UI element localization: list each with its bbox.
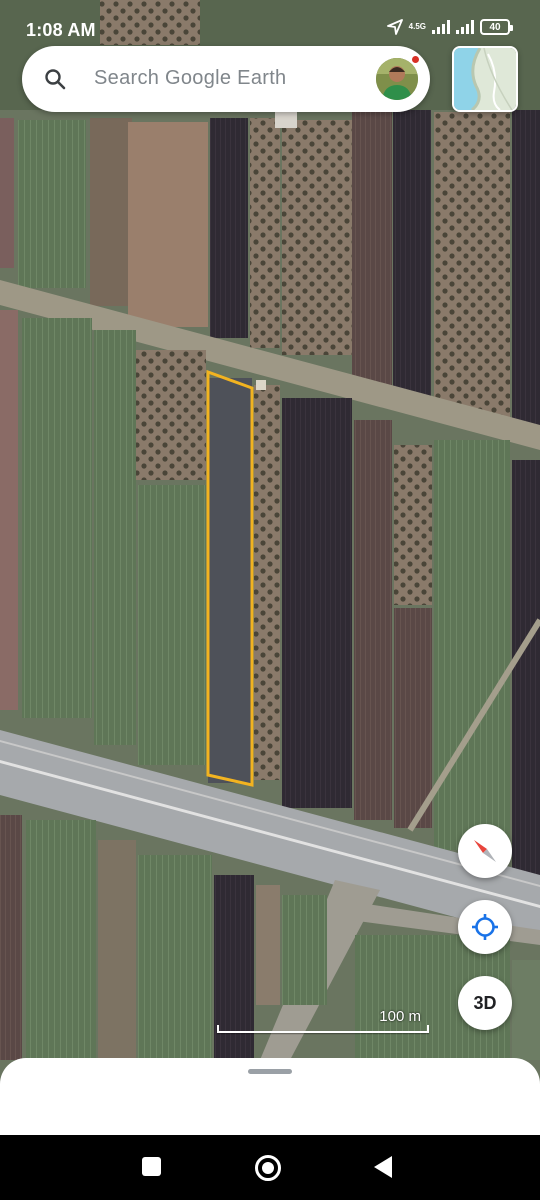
system-navigation-bar [0, 1135, 540, 1200]
search-icon[interactable] [44, 68, 66, 90]
profile-photo [376, 58, 418, 100]
satellite-imagery [0, 0, 540, 1135]
my-location-button[interactable] [458, 900, 512, 954]
signal-icon [432, 20, 450, 34]
bottom-sheet[interactable] [0, 1058, 540, 1138]
compass-button[interactable] [458, 824, 512, 878]
scale-line [217, 1025, 429, 1033]
my-location-icon [472, 914, 498, 940]
search-bar[interactable]: Search Google Earth [22, 46, 430, 112]
notification-dot [411, 55, 420, 64]
status-icons: 4.5G 40 [386, 19, 513, 35]
network-type-label: 4.5G [408, 22, 426, 31]
3d-toggle-label: 3D [473, 992, 497, 1013]
recent-apps-icon[interactable] [142, 1157, 161, 1176]
search-input[interactable]: Search Google Earth [94, 67, 286, 90]
map-preview-icon [454, 48, 516, 110]
status-time: 1:08 AM [26, 20, 96, 40]
signal-icon-2 [456, 20, 474, 34]
scale-label: 100 m [379, 1008, 421, 1025]
compass-icon [474, 840, 496, 862]
avatar[interactable] [376, 58, 418, 100]
battery-icon: 40 [480, 19, 513, 35]
battery-level: 40 [489, 21, 501, 33]
satellite-map[interactable] [0, 0, 540, 1135]
map-scale: 100 m [217, 1006, 429, 1033]
status-bar: 1:08 AM 4.5G 40 [0, 0, 540, 44]
3d-toggle-button[interactable]: 3D [458, 976, 512, 1030]
drag-handle[interactable] [248, 1069, 292, 1074]
map-style-thumbnail[interactable] [452, 46, 518, 112]
location-arrow-icon [386, 19, 403, 35]
back-icon[interactable] [374, 1156, 392, 1178]
home-icon[interactable] [255, 1155, 281, 1181]
